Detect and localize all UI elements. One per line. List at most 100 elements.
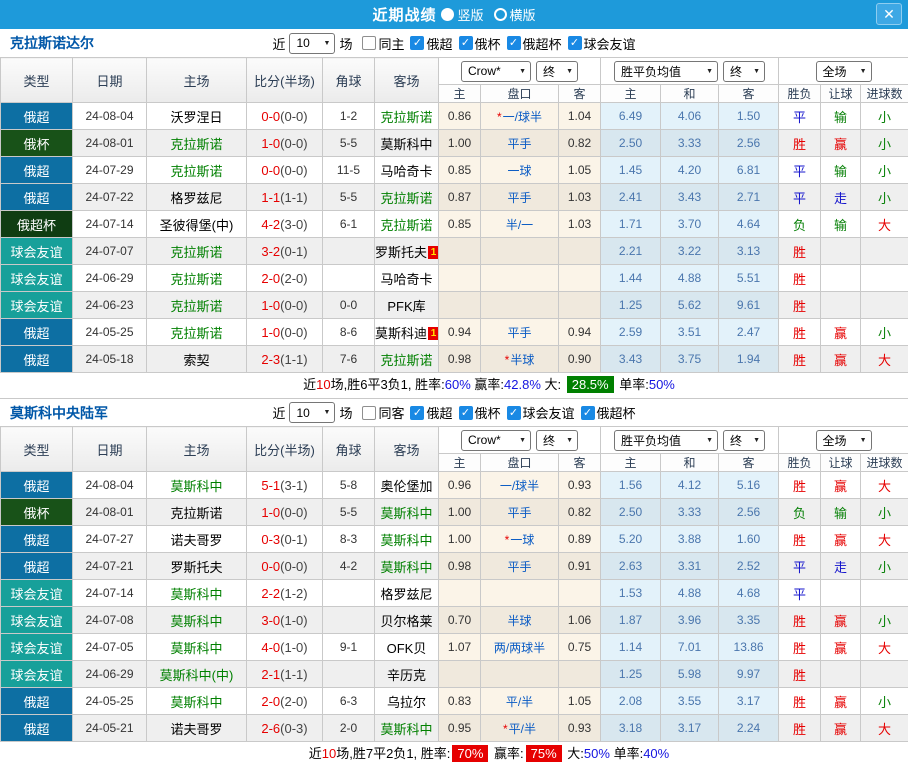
avg-away-cell: 1.94 xyxy=(719,346,779,373)
date-cell: 24-07-07 xyxy=(73,238,147,265)
score-cell: 2-1(1-1) xyxy=(247,661,323,688)
date-cell: 24-07-29 xyxy=(73,157,147,184)
avg-away-cell: 9.97 xyxy=(719,661,779,688)
avg-time-select[interactable]: 终▼ xyxy=(723,61,765,82)
sub-col-home-odds: 主 xyxy=(439,454,481,472)
checkbox-unchecked[interactable] xyxy=(362,406,376,420)
checkbox-label: 俄杯 xyxy=(475,403,501,422)
home-odds-cell: 1.00 xyxy=(439,130,481,157)
scope-select[interactable]: 全场▼ xyxy=(816,430,872,451)
avg-home-cell: 1.87 xyxy=(601,607,661,634)
home-odds-cell xyxy=(439,292,481,319)
avg-draw-cell: 5.62 xyxy=(661,292,719,319)
handicap-cell: 平手 xyxy=(481,499,559,526)
summary-part: 70% xyxy=(452,745,488,762)
home-team-name: 克拉斯诺 xyxy=(170,137,222,152)
away-odds-cell xyxy=(559,238,601,265)
star-icon: * xyxy=(497,110,502,124)
avg-away-cell: 9.61 xyxy=(719,292,779,319)
halftime-score: (1-0) xyxy=(280,613,307,628)
avg-odds-select[interactable]: 胜平负均值▼ xyxy=(614,61,718,82)
away-team-cell: 莫斯科中 xyxy=(375,553,439,580)
layout-radio-selected[interactable]: 竖版 xyxy=(441,5,483,24)
avg-home-cell: 1.14 xyxy=(601,634,661,661)
halftime-score: (0-1) xyxy=(280,532,307,547)
checkbox-unchecked[interactable] xyxy=(362,36,376,50)
checkbox-label: 同主 xyxy=(378,34,404,53)
checkbox-checked[interactable]: ✓ xyxy=(507,36,521,50)
handicap-cell: 平手 xyxy=(481,130,559,157)
sub-col-goals: 进球数 xyxy=(861,454,908,472)
fulltime-score: 2-0 xyxy=(261,271,280,286)
date-cell: 24-06-29 xyxy=(73,265,147,292)
checkbox-checked[interactable]: ✓ xyxy=(581,406,595,420)
filter-controls: 近 10 ▼ 场 同客✓俄超✓俄杯✓球会友谊✓俄超杯 xyxy=(272,402,635,423)
date-cell: 24-06-23 xyxy=(73,292,147,319)
result-cell: 平 xyxy=(779,157,821,184)
odds-source-header: Crow*▼ 终▼ xyxy=(439,58,601,85)
home-team-name: 沃罗涅日 xyxy=(170,110,222,125)
home-team-cell: 克拉斯诺 xyxy=(147,499,247,526)
home-odds-cell: 0.94 xyxy=(439,319,481,346)
checkbox-label: 俄超杯 xyxy=(523,34,562,53)
away-team-name: 莫斯科中 xyxy=(380,560,432,575)
avg-away-cell: 3.13 xyxy=(719,238,779,265)
avg-draw-cell: 4.88 xyxy=(661,580,719,607)
checkbox-checked[interactable]: ✓ xyxy=(410,36,424,50)
date-cell: 24-07-05 xyxy=(73,634,147,661)
odds-time-select[interactable]: 终▼ xyxy=(536,61,578,82)
handicap-cell: *一/球半 xyxy=(481,103,559,130)
corner-cell: 5-8 xyxy=(323,472,375,499)
rank-badge: 1 xyxy=(428,246,438,259)
away-odds-cell: 0.93 xyxy=(559,472,601,499)
odds-time-select[interactable]: 终▼ xyxy=(536,430,578,451)
corner-cell xyxy=(323,238,375,265)
handicap-result-cell: 赢 xyxy=(821,688,861,715)
avg-draw-cell: 3.55 xyxy=(661,688,719,715)
near-count-select[interactable]: 10 ▼ xyxy=(289,33,335,54)
checkbox-checked[interactable]: ✓ xyxy=(507,406,521,420)
checkbox-checked[interactable]: ✓ xyxy=(459,36,473,50)
home-odds-cell: 0.98 xyxy=(439,346,481,373)
league-type-cell: 俄超 xyxy=(1,346,73,373)
date-cell: 24-05-25 xyxy=(73,319,147,346)
bookmaker-select[interactable]: Crow*▼ xyxy=(461,61,531,82)
close-button[interactable]: ✕ xyxy=(876,3,902,25)
bookmaker-select[interactable]: Crow*▼ xyxy=(461,430,531,451)
match-row: 俄杯24-08-01克拉斯诺1-0(0-0)5-5莫斯科中1.00平手0.822… xyxy=(1,499,908,526)
away-team-name: 莫斯科迪 xyxy=(375,326,427,341)
avg-draw-cell: 4.12 xyxy=(661,472,719,499)
away-odds-cell: 0.91 xyxy=(559,553,601,580)
home-team-name: 克拉斯诺 xyxy=(170,245,222,260)
summary-part: 28.5% xyxy=(567,376,614,393)
summary-part: 50% xyxy=(584,746,610,761)
avg-odds-header: 胜平负均值▼ 终▼ xyxy=(601,58,779,85)
corner-cell: 8-3 xyxy=(323,526,375,553)
avg-time-select[interactable]: 终▼ xyxy=(723,430,765,451)
league-filter-checkboxes: 同客✓俄超✓俄杯✓球会友谊✓俄超杯 xyxy=(356,403,635,422)
handicap-text: 一球 xyxy=(510,533,534,547)
checkbox-checked[interactable]: ✓ xyxy=(410,406,424,420)
goals-result-cell: 小 xyxy=(861,607,908,634)
summary-part: 场,胜6平3负1, 胜率: xyxy=(331,377,445,392)
fulltime-score: 0-3 xyxy=(261,532,280,547)
away-team-name: 乌拉尔 xyxy=(387,695,426,710)
sub-col-goals: 进球数 xyxy=(861,85,908,103)
checkbox-checked[interactable]: ✓ xyxy=(459,406,473,420)
checkbox-checked[interactable]: ✓ xyxy=(568,36,582,50)
avg-home-cell: 1.45 xyxy=(601,157,661,184)
handicap-text: 平手 xyxy=(507,191,531,205)
away-odds-cell: 1.06 xyxy=(559,607,601,634)
summary-part: 42.8% xyxy=(504,377,541,392)
layout-radio-option[interactable]: 横版 xyxy=(494,5,536,24)
avg-odds-select[interactable]: 胜平负均值▼ xyxy=(614,430,718,451)
handicap-text: 平手 xyxy=(507,326,531,340)
handicap-result-cell: 走 xyxy=(821,553,861,580)
match-row: 俄超24-08-04沃罗涅日0-0(0-0)1-2克拉斯诺0.86*一/球半1.… xyxy=(1,103,908,130)
league-type-cell: 俄杯 xyxy=(1,130,73,157)
near-count-select[interactable]: 10 ▼ xyxy=(289,402,335,423)
avg-odds-header: 胜平负均值▼ 终▼ xyxy=(601,427,779,454)
score-cell: 4-0(1-0) xyxy=(247,634,323,661)
scope-select[interactable]: 全场▼ xyxy=(816,61,872,82)
chevron-down-icon: ▼ xyxy=(860,68,867,75)
